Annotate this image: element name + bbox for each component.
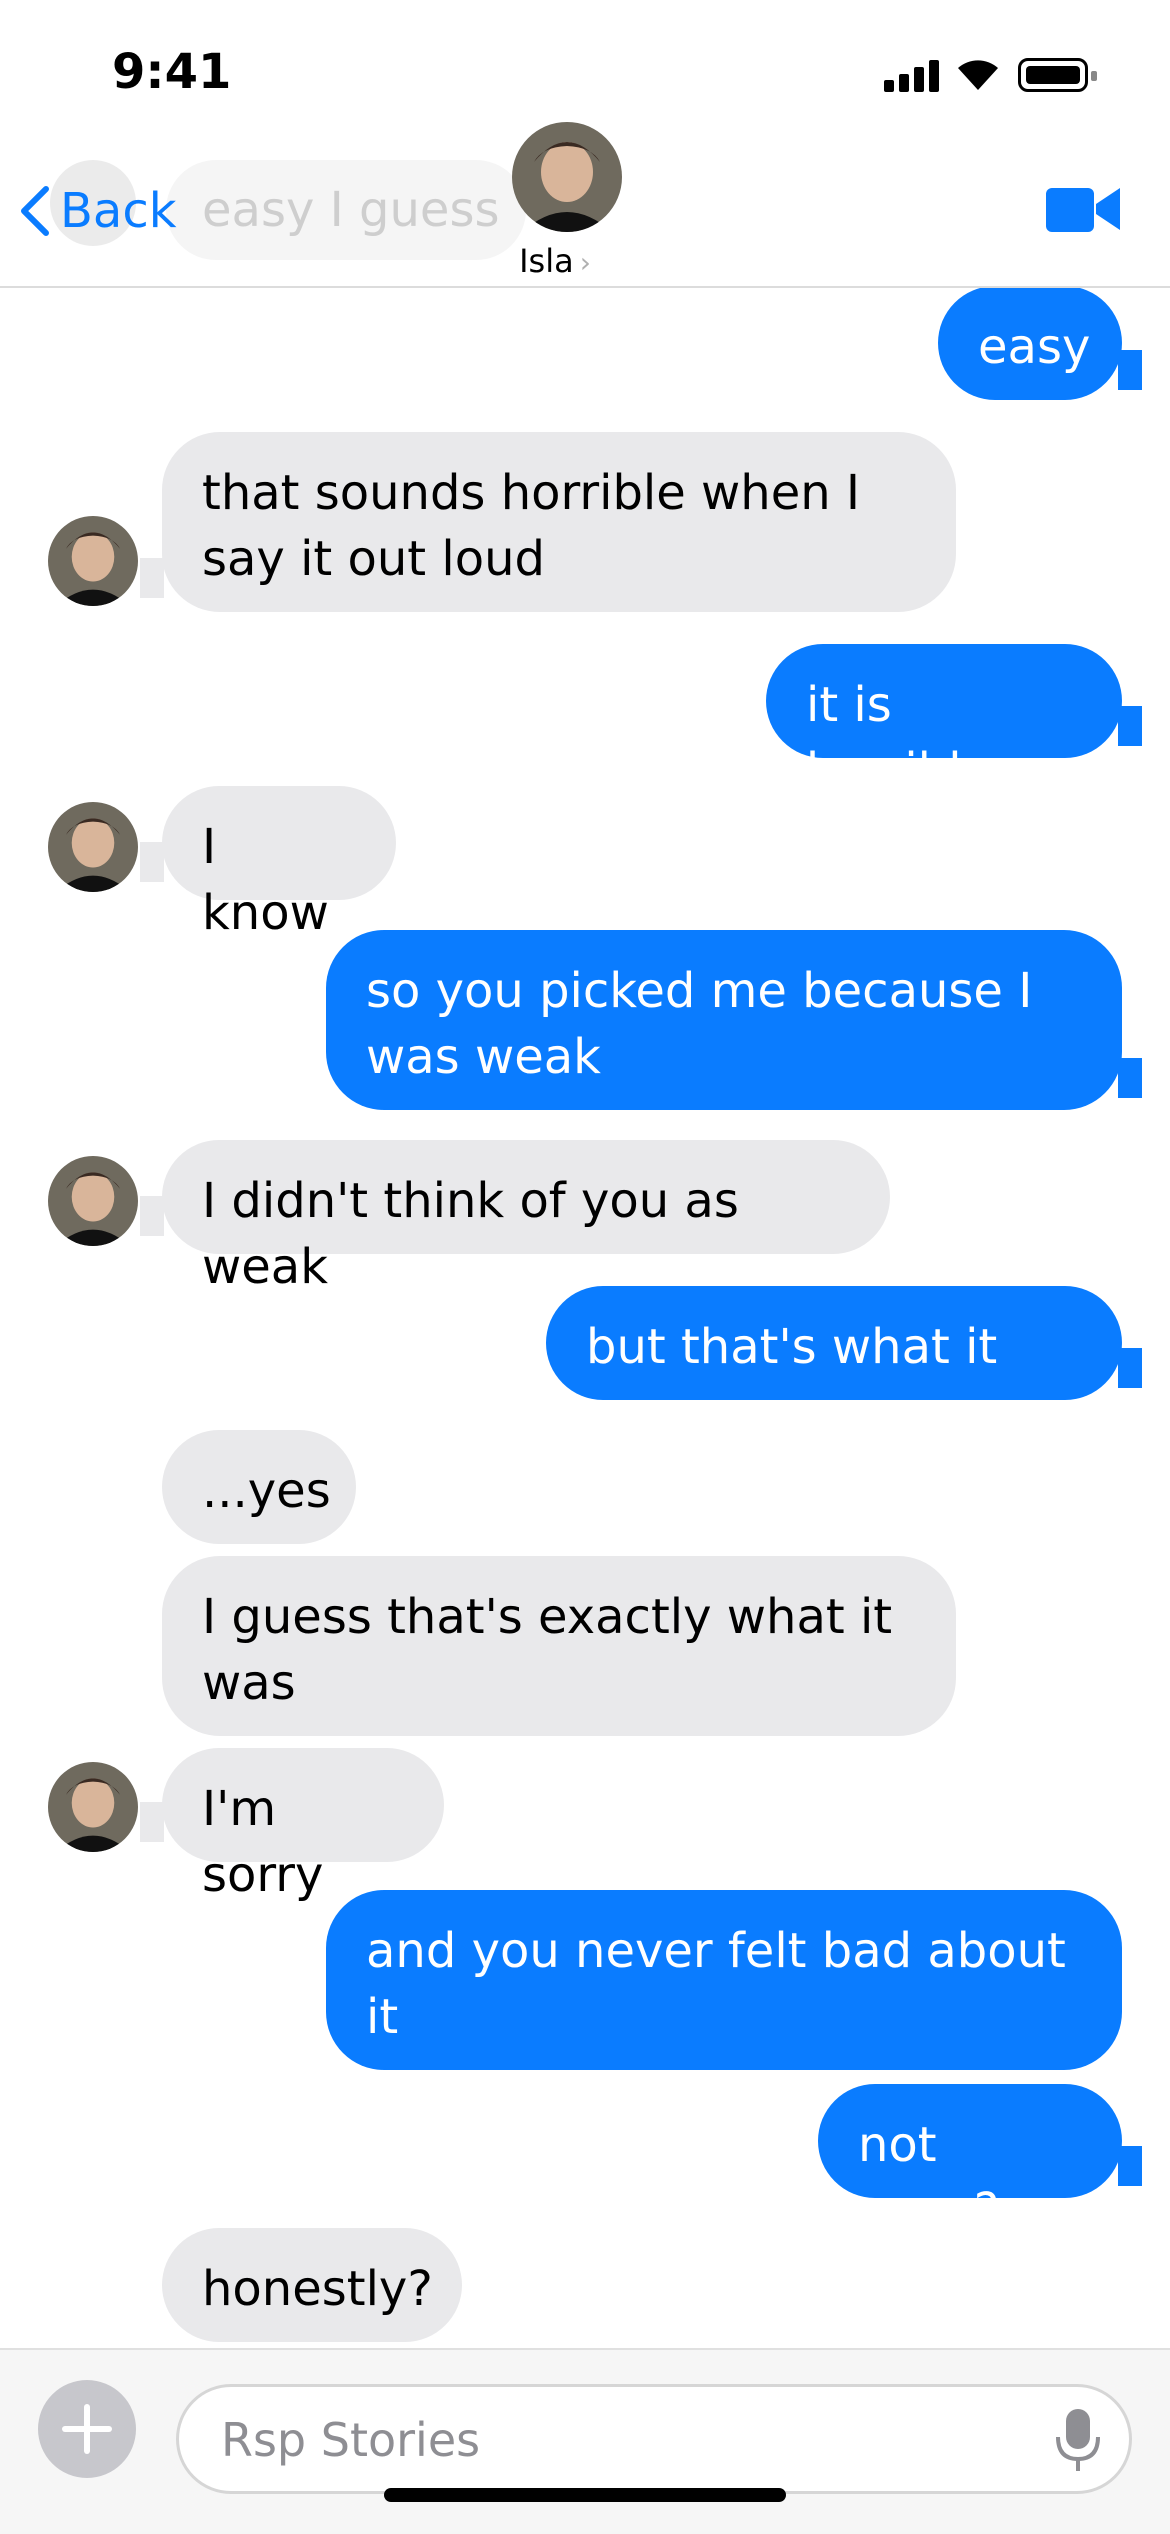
message-bubble-incoming: ...yes <box>162 1430 356 1544</box>
message-bubble-incoming: I guess that's exactly what it was <box>162 1556 956 1736</box>
contact-avatar-small <box>48 802 138 892</box>
message-bubble-outgoing: so you picked me because I was weak <box>326 930 1122 1110</box>
bubble-tail <box>140 1802 164 1842</box>
video-camera-icon[interactable] <box>1046 184 1120 234</box>
plus-icon[interactable] <box>38 2380 136 2478</box>
message-bubble-outgoing: but that's what it was <box>546 1286 1122 1441</box>
contact-avatar-small <box>48 1762 138 1852</box>
battery-icon <box>1018 58 1097 92</box>
bubble-tail <box>140 1196 164 1236</box>
back-button[interactable]: Back <box>12 176 177 246</box>
message-bubble-outgoing: it is horrible <box>766 644 1122 799</box>
message-bubble-incoming: I didn't think of you as weak <box>162 1140 890 1295</box>
message-input-field[interactable] <box>176 2384 1132 2494</box>
bubble-tail <box>1118 706 1142 746</box>
message-bubble-incoming: I'm sorry <box>162 1748 444 1903</box>
message-input[interactable] <box>219 2387 1023 2493</box>
bubble-tail <box>1118 2146 1142 2186</box>
message-bubble-outgoing: easy <box>938 288 1122 400</box>
message-thread[interactable]: easy that sounds horrible when I say it … <box>0 288 1170 2348</box>
message-bubble-incoming: that sounds horrible when I say it out l… <box>162 432 956 612</box>
contact-name-text: Isla <box>519 242 574 280</box>
status-time: 9:41 <box>112 44 232 100</box>
microphone-icon[interactable] <box>1053 2407 1103 2475</box>
status-bar: 9:41 <box>0 0 1170 130</box>
wifi-icon <box>958 60 998 90</box>
bubble-tail <box>140 558 164 598</box>
home-indicator[interactable] <box>384 2488 786 2502</box>
contact-avatar-small <box>48 516 138 606</box>
message-bubble-incoming: honestly? <box>162 2228 462 2342</box>
conversation-header: easy I guess Back Isla › <box>0 120 1170 288</box>
bubble-tail <box>140 842 164 882</box>
cellular-signal-icon <box>884 60 940 92</box>
bubble-tail <box>1118 1058 1142 1098</box>
contact-avatar[interactable] <box>512 122 622 232</box>
message-bubble-incoming: I know <box>162 786 396 941</box>
compose-bar <box>0 2348 1170 2534</box>
chevron-left-icon <box>21 186 49 236</box>
contact-avatar-small <box>48 1156 138 1246</box>
message-bubble-outgoing: not once? <box>818 2084 1122 2239</box>
bubble-tail <box>1118 1348 1142 1388</box>
back-label: Back <box>60 183 177 239</box>
bubble-tail <box>1118 350 1142 390</box>
contact-name[interactable]: Isla › <box>0 242 1110 280</box>
message-bubble-outgoing: and you never felt bad about it <box>326 1890 1122 2070</box>
chevron-right-icon: › <box>579 246 591 279</box>
